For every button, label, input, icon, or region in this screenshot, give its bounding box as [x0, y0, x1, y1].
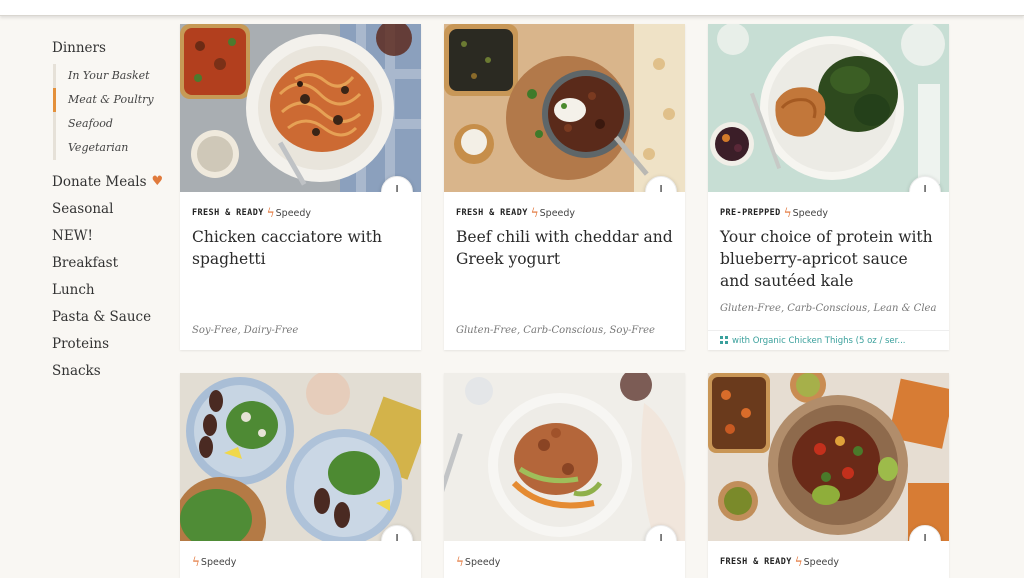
speedy-label: Speedy [539, 207, 576, 219]
nav-seasonal[interactable]: Seasonal [52, 195, 172, 222]
nav-seafood[interactable]: Seafood [53, 112, 172, 136]
heart-icon: ♥ [151, 173, 164, 189]
nav-snacks[interactable]: Snacks [52, 357, 172, 384]
meal-card[interactable]: + FRESH & READY ϟ Speedy Beef chili with… [444, 24, 685, 350]
nav-meat-poultry[interactable]: Meat & Poultry [53, 88, 172, 112]
meal-photo: + [444, 373, 685, 541]
speedy-label: Speedy [792, 207, 829, 219]
nav-lunch[interactable]: Lunch [52, 276, 172, 303]
meal-title[interactable]: Chicken cacciatore with spaghetti [192, 226, 409, 270]
top-header-bar [0, 0, 1024, 16]
meal-photo: + [180, 373, 421, 541]
meal-tagline: ϟ Speedy [456, 555, 673, 569]
meal-photo: + [444, 24, 685, 192]
grid-icon [720, 336, 728, 344]
meal-tagline: FRESH & READY ϟ Speedy [720, 555, 937, 569]
speedy-label: Speedy [803, 556, 840, 568]
meal-card[interactable]: + ϟ Speedy [444, 373, 685, 578]
lightning-bolt-icon: ϟ [783, 206, 792, 220]
nav-breakfast[interactable]: Breakfast [52, 249, 172, 276]
meal-badge: FRESH & READY [456, 208, 528, 218]
meal-tagline: PRE-PREPPED ϟ Speedy [720, 206, 937, 220]
lightning-bolt-icon: ϟ [266, 206, 275, 220]
meal-tagline: ϟ Speedy [192, 555, 409, 569]
meal-photo: + [708, 373, 949, 541]
protein-option-label: with Organic Chicken Thighs (5 oz / ser.… [732, 336, 906, 346]
nav-in-your-basket[interactable]: In Your Basket [53, 64, 172, 88]
protein-option-link[interactable]: with Organic Chicken Thighs (5 oz / ser.… [708, 330, 949, 350]
lightning-bolt-icon: ϟ [456, 555, 464, 569]
meal-title[interactable]: Beef chili with cheddar and Greek yogurt [456, 226, 673, 270]
nav-new[interactable]: NEW! [52, 222, 172, 249]
nav-donate-label: Donate Meals [52, 173, 147, 190]
dinners-subnav: In Your Basket Meat & Poultry Seafood Ve… [53, 64, 172, 160]
nav-donate-meals[interactable]: Donate Meals ♥ [52, 168, 172, 195]
meal-dietary-tags: Gluten-Free, Carb-Conscious, Lean & Clea… [720, 303, 937, 314]
meal-photo: + [708, 24, 949, 192]
meal-card[interactable]: + ϟ Speedy [180, 373, 421, 578]
meal-card[interactable]: + FRESH & READY ϟ Speedy Chicken cacciat… [180, 24, 421, 350]
category-sidebar: Dinners In Your Basket Meat & Poultry Se… [52, 38, 172, 384]
meal-title[interactable]: Your choice of protein with blueberry-ap… [720, 226, 937, 292]
speedy-label: Speedy [275, 207, 312, 219]
lightning-bolt-icon: ϟ [530, 206, 539, 220]
meal-badge: PRE-PREPPED [720, 208, 781, 218]
meal-card[interactable]: + PRE-PREPPED ϟ Speedy Your choice of pr… [708, 24, 949, 350]
nav-dinners[interactable]: Dinners [52, 38, 172, 58]
meal-tagline: FRESH & READY ϟ Speedy [192, 206, 409, 220]
meal-photo: + [180, 24, 421, 192]
lightning-bolt-icon: ϟ [192, 555, 200, 569]
speedy-label: Speedy [200, 556, 237, 568]
meal-badge: FRESH & READY [720, 557, 792, 567]
lightning-bolt-icon: ϟ [794, 555, 803, 569]
speedy-label: Speedy [464, 556, 501, 568]
nav-proteins[interactable]: Proteins [52, 330, 172, 357]
meal-dietary-tags: Soy-Free, Dairy-Free [192, 325, 299, 336]
meal-dietary-tags: Gluten-Free, Carb-Conscious, Soy-Free [456, 325, 655, 336]
meal-card[interactable]: + FRESH & READY ϟ Speedy [708, 373, 949, 578]
meal-tagline: FRESH & READY ϟ Speedy [456, 206, 673, 220]
nav-pasta-sauce[interactable]: Pasta & Sauce [52, 303, 172, 330]
nav-vegetarian[interactable]: Vegetarian [53, 136, 172, 160]
meal-badge: FRESH & READY [192, 208, 264, 218]
